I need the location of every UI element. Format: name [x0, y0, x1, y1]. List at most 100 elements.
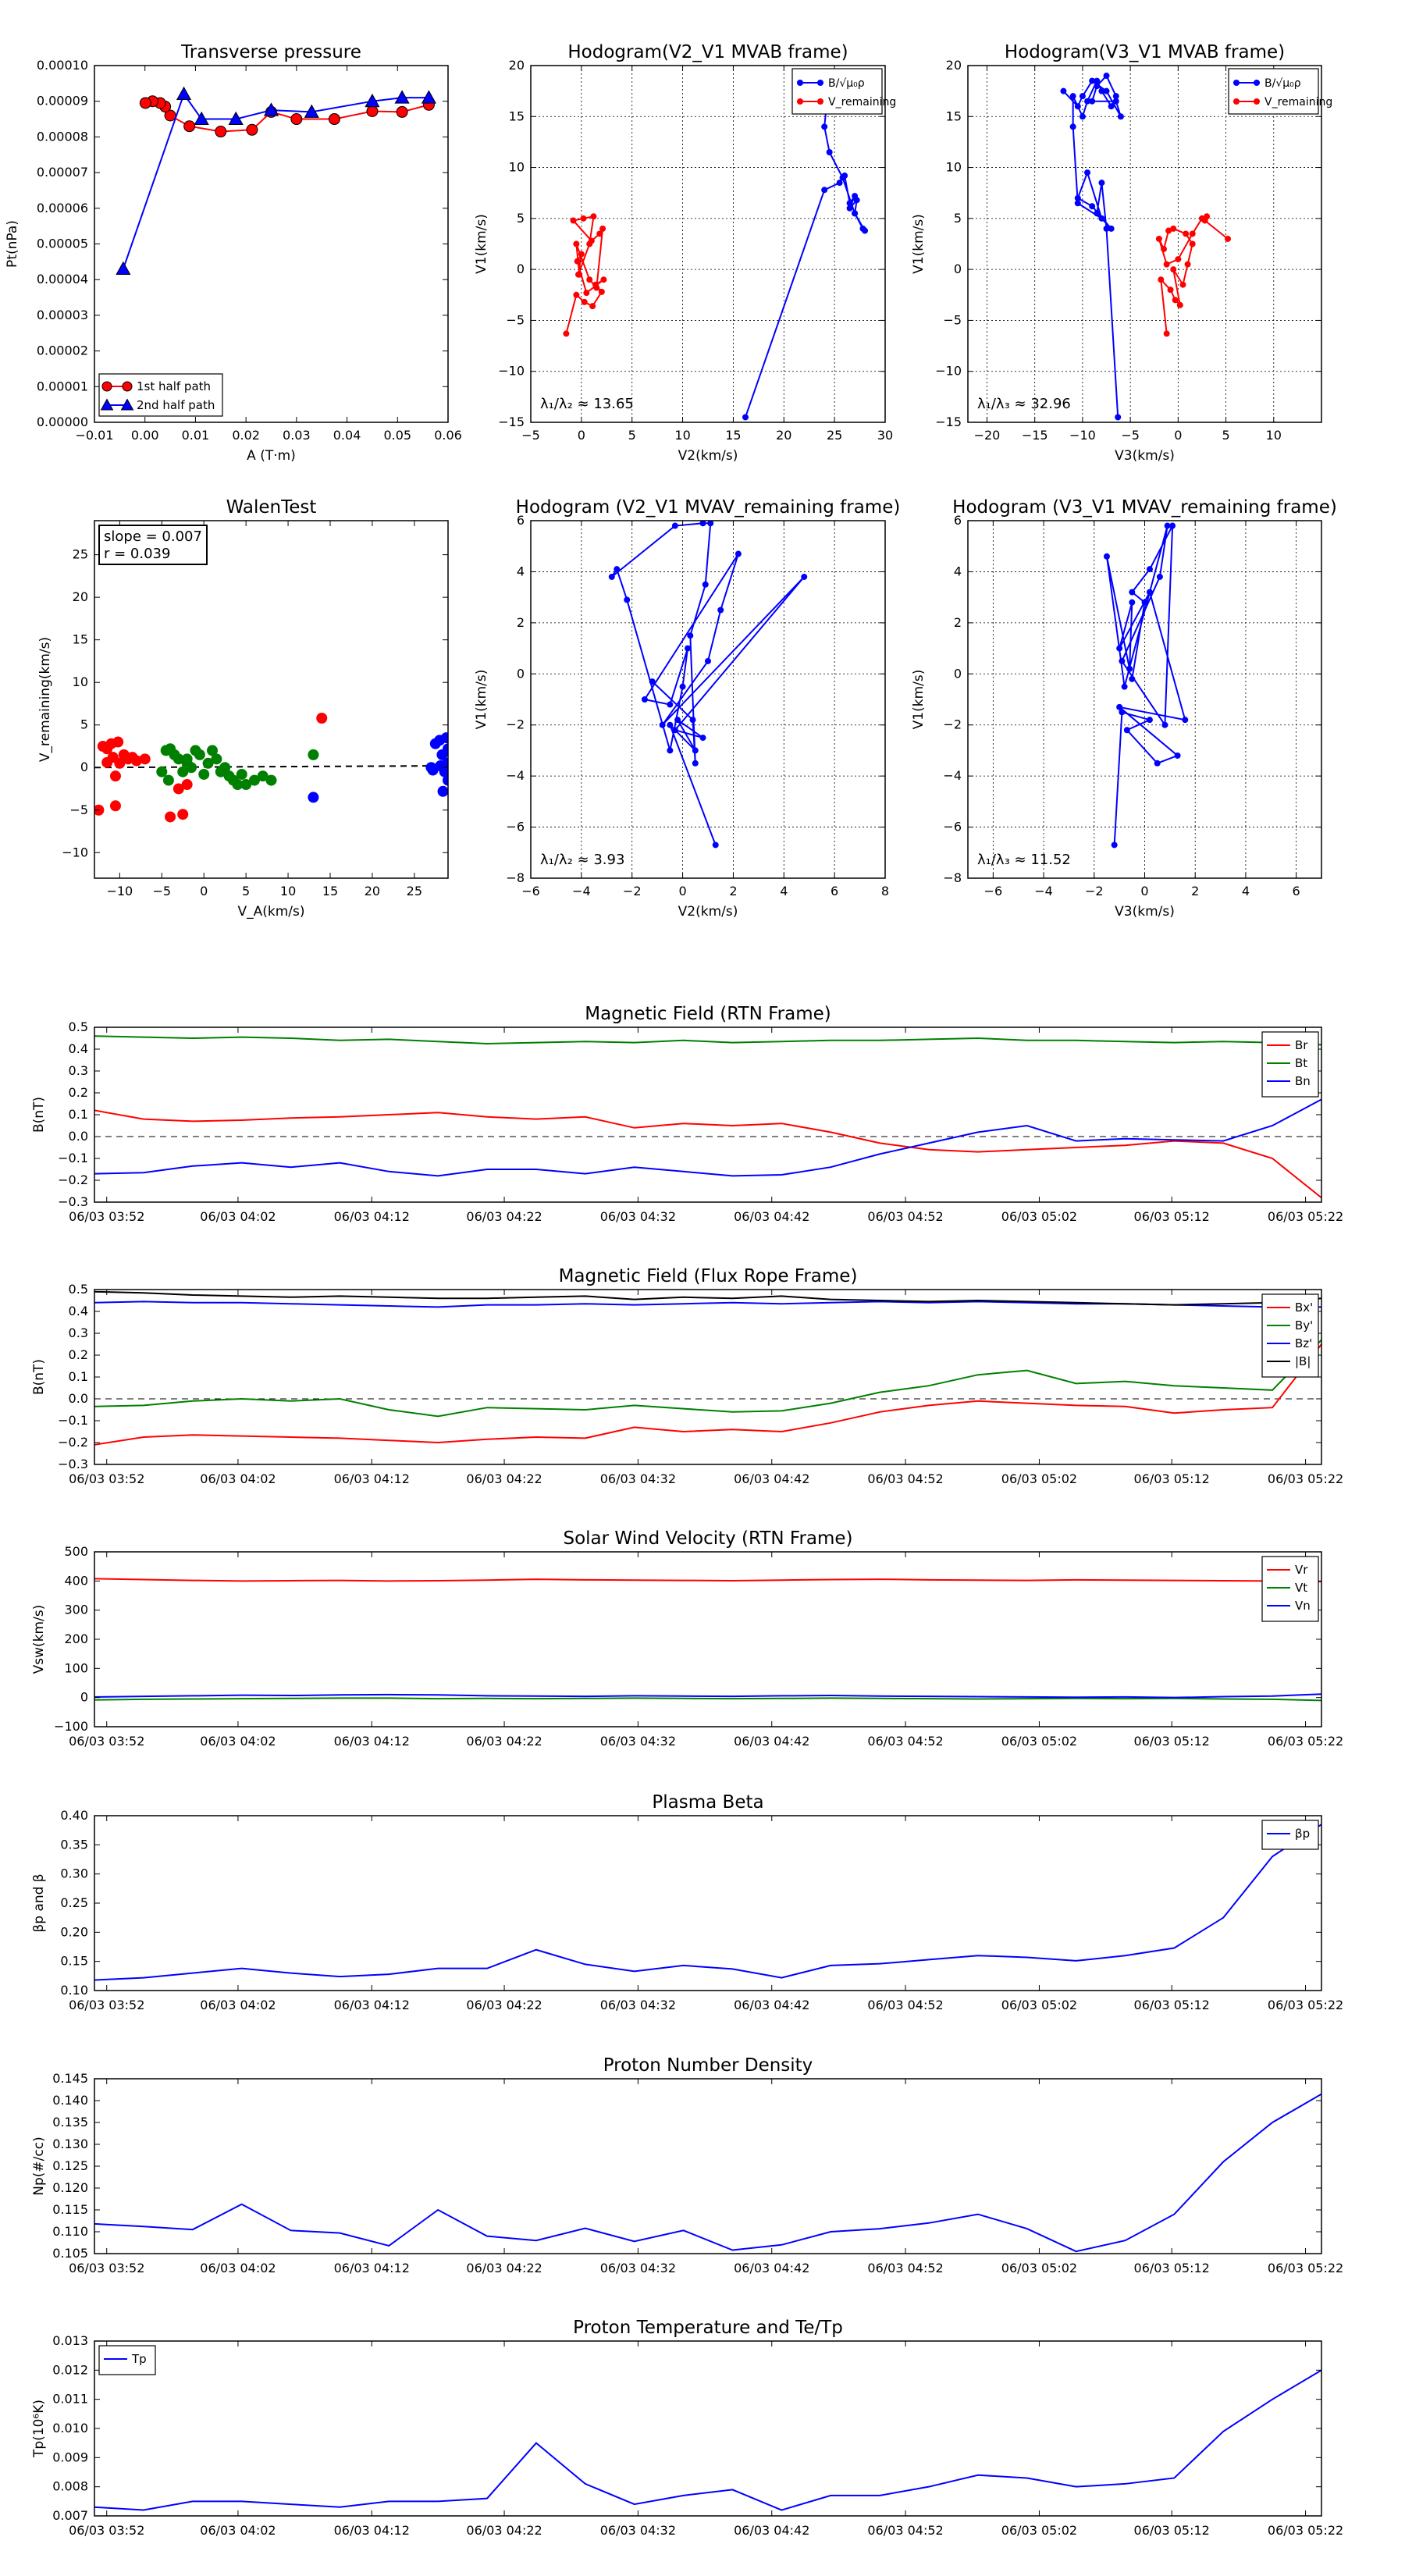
y-tick-label: 0 — [80, 760, 88, 774]
data-point — [1146, 589, 1153, 596]
x-tick-label: 4 — [780, 884, 788, 898]
y-tick-label: 0.35 — [60, 1837, 88, 1852]
data-point — [1172, 297, 1179, 304]
data-point — [1129, 589, 1136, 596]
y-tick-label: 0.125 — [52, 2158, 88, 2173]
data-point — [112, 736, 124, 748]
y-tick-label: −10 — [498, 364, 525, 379]
time-tick-label: 06/03 05:12 — [1134, 2261, 1210, 2275]
data-point — [705, 657, 711, 664]
plot-frame — [94, 65, 449, 423]
y-tick-label: −5 — [69, 802, 88, 817]
legend-label: 1st half path — [137, 379, 211, 393]
data-point — [427, 764, 439, 776]
x-tick-label: 2 — [1191, 884, 1199, 898]
x-tick-label: 20 — [365, 884, 380, 898]
data-point — [1103, 87, 1110, 94]
data-point — [667, 747, 674, 754]
data-point — [1094, 83, 1101, 90]
data-point — [674, 717, 681, 724]
data-point — [1115, 414, 1122, 421]
plot-frame — [94, 1815, 1322, 1991]
data-point — [181, 757, 193, 769]
data-point — [574, 258, 581, 265]
data-point — [1098, 215, 1105, 222]
x-tick-label: 0 — [1140, 884, 1148, 898]
time-tick-label: 06/03 04:02 — [200, 1734, 276, 1749]
x-tick-label: 8 — [881, 884, 889, 898]
data-point — [194, 749, 205, 760]
y-tick-label: −15 — [498, 415, 525, 429]
x-tick-label: 5 — [1222, 428, 1229, 443]
data-point — [853, 197, 860, 204]
time-tick-label: 06/03 05:22 — [1268, 1471, 1343, 1486]
y-tick-label: −0.2 — [58, 1172, 88, 1187]
y-tick-label: 0.00008 — [37, 129, 88, 144]
y-tick-label: 0.30 — [60, 1866, 88, 1881]
data-point — [1098, 180, 1105, 187]
y-axis-label: Pt(nPa) — [5, 220, 20, 268]
legend-label: Vn — [1295, 1599, 1311, 1613]
legend-marker — [817, 80, 823, 86]
data-point — [246, 123, 258, 136]
data-point — [1175, 256, 1182, 263]
y-tick-label: −2 — [943, 717, 962, 732]
data-point — [1161, 721, 1168, 728]
chart-title: WalenTest — [226, 497, 317, 518]
data-point — [586, 276, 593, 283]
data-point — [1146, 566, 1153, 573]
data-point — [236, 768, 247, 780]
legend-label: V_remaining — [828, 96, 896, 109]
time-tick-label: 06/03 04:12 — [334, 2261, 410, 2275]
y-tick-label: 0.008 — [52, 2479, 88, 2494]
x-axis-label: V3(km/s) — [1115, 904, 1175, 920]
data-point — [1094, 210, 1101, 217]
x-tick-label: 6 — [831, 884, 838, 898]
eigenvalue-ratio: λ₁/λ₃ ≈ 32.96 — [977, 396, 1071, 412]
data-point — [692, 747, 699, 754]
x-tick-label: −4 — [572, 884, 591, 898]
legend-label: V_remaining — [1264, 96, 1332, 109]
time-tick-label: 06/03 03:52 — [69, 1998, 144, 2012]
figure-canvas: −0.01 0.00 0.01 0.02 0.03 0.04 0.05 0.060.00000… — [5, 42, 1343, 2538]
x-tick-label: 0.06 — [434, 428, 462, 443]
data-point — [1184, 261, 1191, 268]
y-tick-label: 10 — [73, 674, 88, 689]
y-tick-label: 0.145 — [52, 2071, 88, 2086]
time-tick-label: 06/03 04:32 — [600, 1471, 676, 1486]
y-tick-label: −100 — [54, 1719, 88, 1734]
y-tick-label: 0.009 — [52, 2450, 88, 2464]
series-line-0 — [94, 2093, 1321, 2253]
x-tick-label: 0.04 — [333, 428, 361, 443]
y-tick-label: 0.2 — [69, 1085, 88, 1100]
data-point — [1079, 113, 1086, 120]
x-tick-label: 30 — [877, 428, 893, 443]
legend-marker — [122, 381, 133, 392]
data-point — [1069, 123, 1076, 130]
time-tick-label: 06/03 04:12 — [334, 1209, 410, 1224]
data-point — [366, 105, 379, 117]
legend-label: By' — [1295, 1318, 1313, 1332]
series-line-0 — [94, 2369, 1321, 2511]
chart-transverse: −0.01 0.00 0.01 0.02 0.03 0.04 0.05 0.06 0.00000… — [5, 42, 462, 464]
legend-label: Bz' — [1295, 1336, 1312, 1350]
plot-area — [608, 521, 808, 849]
data-point — [156, 766, 168, 777]
legend-marker — [1233, 98, 1240, 105]
x-tick-label: 0 — [578, 428, 585, 443]
data-point — [1129, 675, 1136, 682]
plot-frame — [94, 1551, 1322, 1727]
data-point — [598, 288, 605, 295]
legend-label: B/√μ₀ρ — [828, 77, 865, 90]
y-axis-label: Tp(10⁶K) — [31, 2400, 47, 2458]
time-tick-label: 06/03 04:52 — [867, 1734, 943, 1749]
x-tick-label: 0 — [678, 884, 686, 898]
data-point — [165, 811, 176, 823]
data-point — [1225, 235, 1232, 242]
data-point — [1103, 553, 1110, 560]
data-point — [573, 240, 580, 247]
data-point — [826, 148, 833, 155]
time-tick-label: 06/03 05:12 — [1134, 2523, 1210, 2538]
x-axis-label: V2(km/s) — [678, 904, 738, 920]
plot-frame — [967, 520, 1322, 879]
